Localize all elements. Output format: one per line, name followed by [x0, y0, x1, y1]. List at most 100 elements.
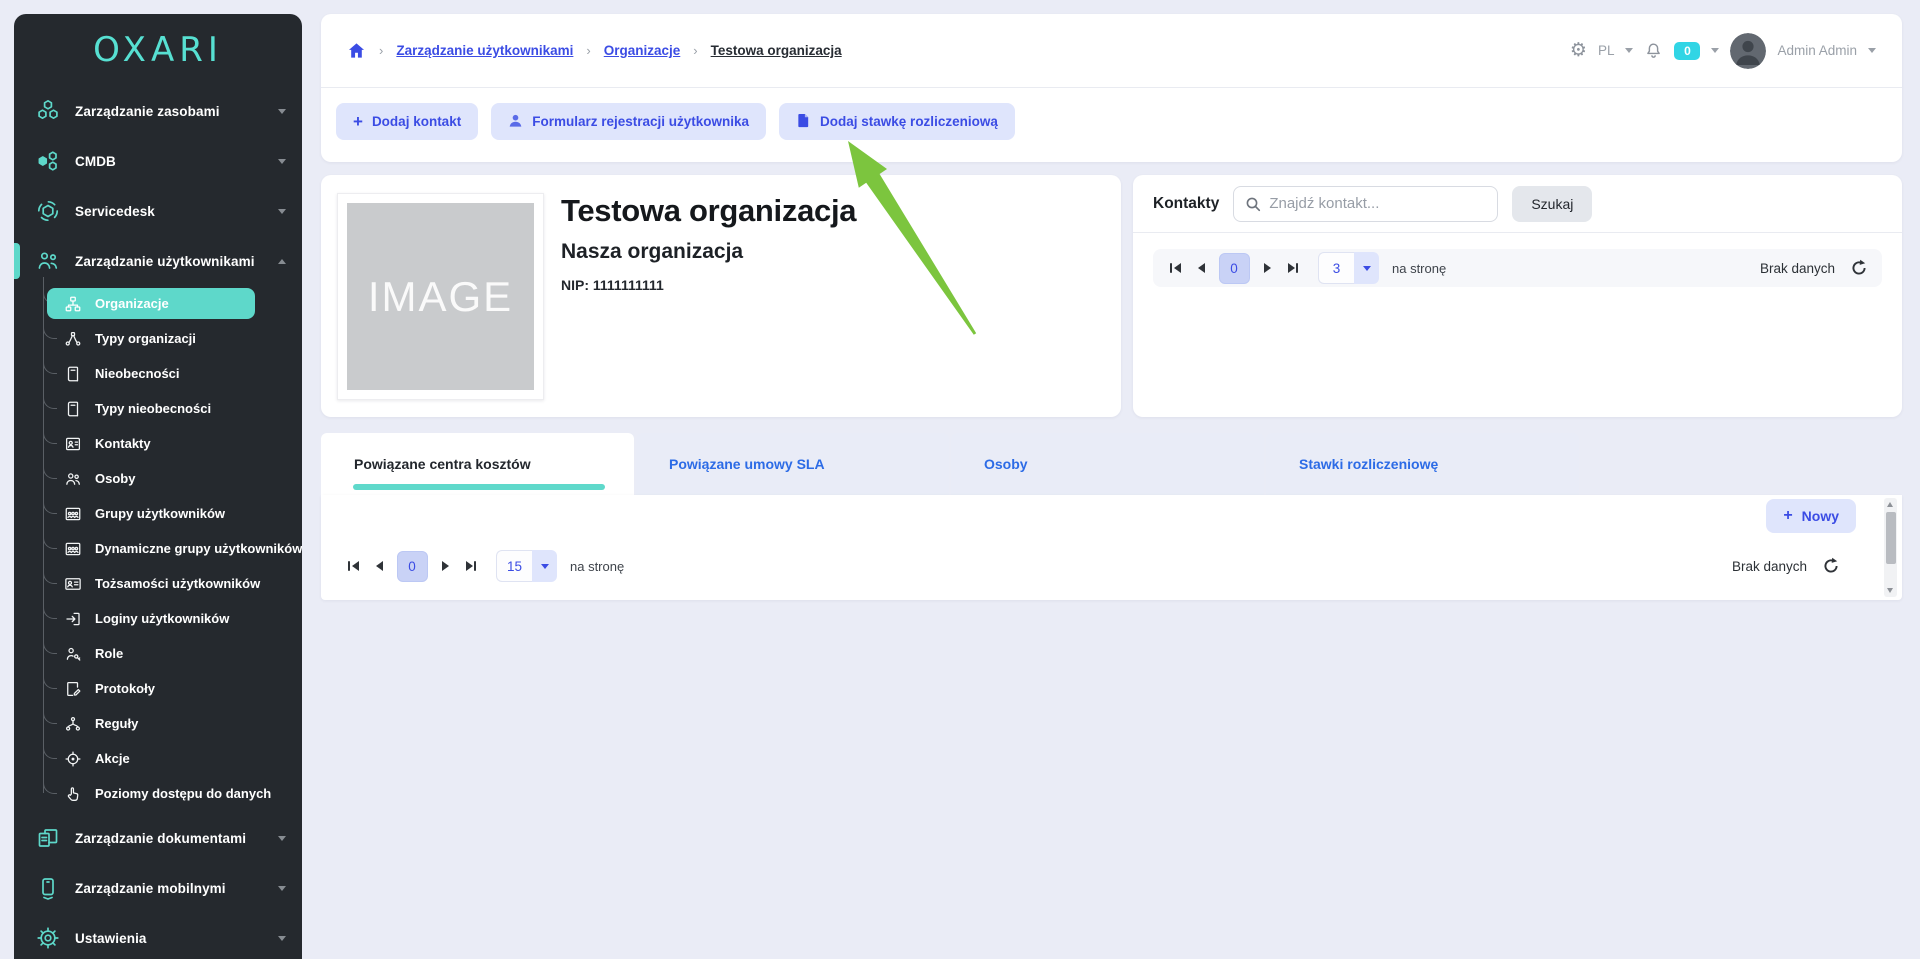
sidebar-item-zarzadzanie-zasobami[interactable]: Zarządzanie zasobami	[14, 86, 302, 136]
last-page-button[interactable]	[463, 558, 480, 574]
scrollbar-thumb[interactable]	[1886, 512, 1896, 564]
documents-icon	[36, 826, 60, 850]
breadcrumb: › Zarządzanie użytkownikami › Organizacj…	[347, 41, 842, 60]
breadcrumb-link-organizations[interactable]: Organizacje	[604, 43, 681, 58]
contacts-pagination: 0 3 na stronę Brak danych	[1153, 249, 1882, 287]
search-icon	[1245, 196, 1261, 212]
pager-controls: 0 3 na stronę	[1167, 252, 1446, 284]
notification-badge[interactable]: 0	[1674, 42, 1700, 60]
organization-card: IMAGE Testowa organizacja Nasza organiza…	[321, 175, 1121, 417]
sidebar: OXARI Zarządzanie zasobamiCMDBServicedes…	[14, 14, 302, 959]
empty-data-label: Brak danych	[1760, 261, 1835, 276]
hexagon-cluster-icon	[36, 99, 60, 123]
sidebar-item-grupy-uzytkownikow[interactable]: Grupy użytkowników	[14, 496, 302, 531]
document-icon	[796, 113, 811, 131]
contact-search	[1233, 186, 1498, 222]
first-page-button[interactable]	[345, 558, 362, 574]
top-bar: › Zarządzanie użytkownikami › Organizacj…	[321, 14, 1902, 88]
bell-icon[interactable]	[1644, 41, 1663, 60]
sidebar-item-typy-organizacji[interactable]: Typy organizacji	[14, 321, 302, 356]
sidebar-item-servicedesk[interactable]: Servicedesk	[14, 186, 302, 236]
book-icon	[64, 400, 82, 418]
book-icon	[64, 365, 82, 383]
chevron-down-icon[interactable]	[1711, 48, 1719, 53]
sidebar-item-cmdb[interactable]: CMDB	[14, 136, 302, 186]
sidebar-item-zarzadzanie-mobilnymi[interactable]: Zarządzanie mobilnymi	[14, 863, 302, 913]
current-page-button[interactable]: 0	[1219, 253, 1250, 284]
sidebar-item-typy-nieobecnosci[interactable]: Typy nieobecności	[14, 391, 302, 426]
chevron-down-icon	[278, 209, 286, 214]
sidebar-item-role[interactable]: Role	[14, 636, 302, 671]
chevron-down-icon	[278, 936, 286, 941]
user-registration-form-button[interactable]: Formularz rejestracji użytkownika	[491, 103, 766, 140]
sidebar-item-osoby[interactable]: Osoby	[14, 461, 302, 496]
share-nodes-icon	[64, 715, 82, 733]
page-size-select[interactable]: 3	[1318, 252, 1379, 284]
sidebar-item-organizacje[interactable]: Organizacje	[14, 286, 302, 321]
sidebar-item-dynamiczne-grupy-uzytkownikow[interactable]: Dynamiczne grupy użytkowników	[14, 531, 302, 566]
id-card-icon	[64, 575, 82, 593]
chevron-down-icon[interactable]	[1868, 48, 1876, 53]
tab-sla-contracts[interactable]: Powiązane umowy SLA	[636, 433, 949, 495]
gear-icon[interactable]: ⚙	[1570, 41, 1587, 60]
login-icon	[64, 610, 82, 628]
breadcrumb-link-user-management[interactable]: Zarządzanie użytkownikami	[396, 43, 573, 58]
pager-controls: 0 15 na stronę	[345, 550, 624, 582]
cmdb-icon	[36, 149, 60, 173]
add-billing-rate-button[interactable]: Dodaj stawkę rozliczeniową	[779, 103, 1015, 140]
avatar[interactable]	[1730, 33, 1766, 69]
sidebar-item-nieobecnosci[interactable]: Nieobecności	[14, 356, 302, 391]
sidebar-item-loginy-uzytkownikow[interactable]: Loginy użytkowników	[14, 601, 302, 636]
tab-cost-centers[interactable]: Powiązane centra kosztów	[321, 433, 634, 495]
tab-persons[interactable]: Osoby	[951, 433, 1264, 495]
target-icon	[64, 750, 82, 768]
pager-status: Brak danych	[1760, 259, 1868, 277]
chevron-down-icon	[278, 836, 286, 841]
add-contact-button[interactable]: + Dodaj kontakt	[336, 103, 478, 140]
breadcrumb-separator: ›	[586, 43, 590, 58]
sidebar-item-tozsamosci-uzytkownikow[interactable]: Tożsamości użytkowników	[14, 566, 302, 601]
refresh-icon[interactable]	[1850, 259, 1868, 277]
organization-info: Testowa organizacja Nasza organizacja NI…	[561, 193, 856, 293]
tab-billing-rates[interactable]: Stawki rozliczeniowę	[1266, 433, 1579, 495]
previous-page-button[interactable]	[1195, 260, 1208, 276]
sidebar-item-ustawienia[interactable]: Ustawienia	[14, 913, 302, 959]
search-button[interactable]: Szukaj	[1512, 186, 1592, 222]
sidebar-item-zarzadzanie-dokumentami[interactable]: Zarządzanie dokumentami	[14, 813, 302, 863]
page-actions: + Dodaj kontakt Formularz rejestracji uż…	[321, 88, 1902, 155]
vertical-scrollbar[interactable]	[1884, 498, 1897, 597]
home-icon[interactable]	[347, 41, 366, 60]
contacts-card: Kontakty Szukaj 0 3 na stronę Br	[1133, 175, 1902, 417]
language-selector[interactable]: PL	[1598, 43, 1615, 58]
user-menu[interactable]: Admin Admin	[1777, 43, 1857, 58]
new-button[interactable]: + Nowy	[1766, 499, 1856, 533]
last-page-button[interactable]	[1285, 260, 1302, 276]
chevron-down-icon[interactable]	[1625, 48, 1633, 53]
breadcrumb-separator: ›	[379, 43, 383, 58]
organization-name: Testowa organizacja	[561, 193, 856, 229]
sidebar-item-protokoly[interactable]: Protokoły	[14, 671, 302, 706]
previous-page-button[interactable]	[373, 558, 386, 574]
current-page-button[interactable]: 0	[397, 551, 428, 582]
user-management-icon	[36, 249, 60, 273]
plus-icon: +	[353, 113, 363, 130]
next-page-button[interactable]	[1261, 260, 1274, 276]
breadcrumb-current[interactable]: Testowa organizacja	[711, 43, 842, 58]
per-page-label: na stronę	[570, 559, 624, 574]
pager-status: Brak danych	[1732, 557, 1840, 575]
sidebar-item-zarzadzanie-uzytkownikami[interactable]: Zarządzanie użytkownikami	[14, 236, 302, 286]
page-size-select[interactable]: 15	[496, 550, 557, 582]
search-input[interactable]	[1269, 195, 1486, 212]
refresh-icon[interactable]	[1822, 557, 1840, 575]
nodes-icon	[64, 330, 82, 348]
contact-card-icon	[64, 435, 82, 453]
next-page-button[interactable]	[439, 558, 452, 574]
sidebar-item-poziomy-dostepu-do-danych[interactable]: Poziomy dostępu do danych	[14, 776, 302, 811]
chevron-down-icon	[278, 109, 286, 114]
servicedesk-icon	[36, 199, 60, 223]
sidebar-item-kontakty[interactable]: Kontakty	[14, 426, 302, 461]
first-page-button[interactable]	[1167, 260, 1184, 276]
sidebar-item-reguly[interactable]: Reguły	[14, 706, 302, 741]
sidebar-item-akcje[interactable]: Akcje	[14, 741, 302, 776]
user-icon	[508, 113, 523, 131]
